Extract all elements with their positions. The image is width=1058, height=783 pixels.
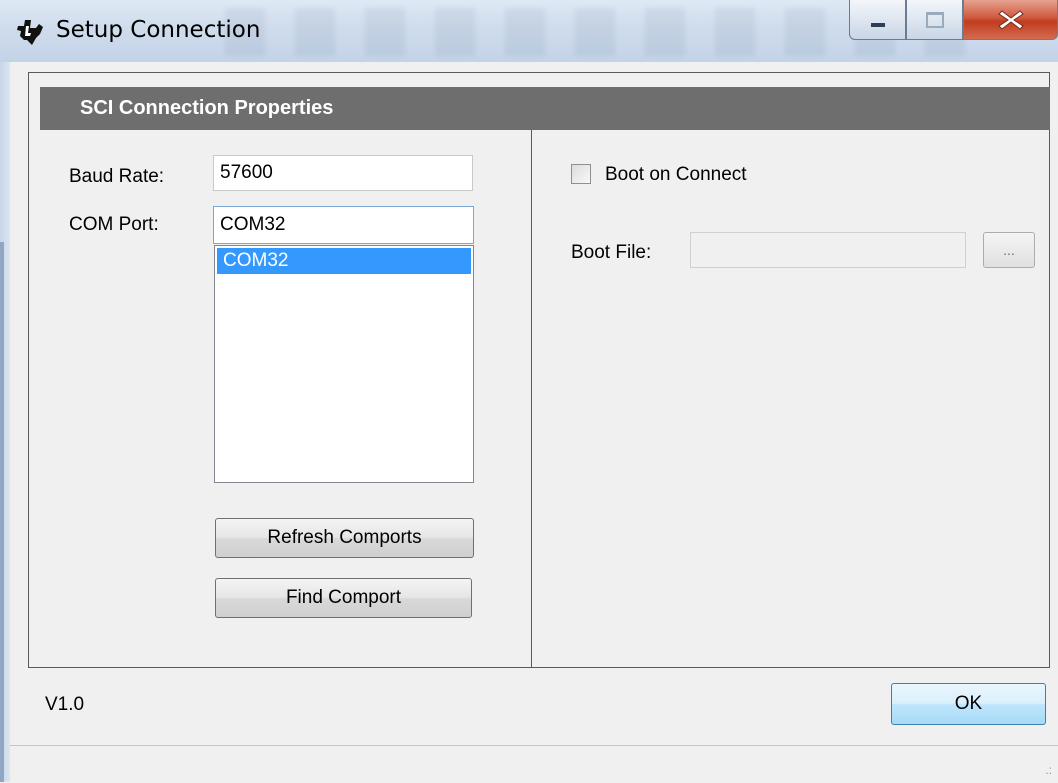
com-port-input[interactable]: [213, 206, 474, 244]
version-label: V1.0: [45, 694, 85, 715]
section-header: SCI Connection Properties: [40, 87, 1050, 130]
find-comport-button[interactable]: Find Comport: [215, 578, 472, 618]
window-frame-left: [0, 62, 10, 782]
maximize-button[interactable]: [906, 0, 963, 40]
ti-logo-icon: [17, 20, 43, 45]
window-title: Setup Connection: [56, 17, 261, 43]
com-port-label: COM Port:: [69, 214, 159, 235]
refresh-comports-button[interactable]: Refresh Comports: [215, 518, 474, 558]
maximize-icon: [925, 11, 944, 28]
list-item[interactable]: COM32: [217, 248, 471, 274]
boot-on-connect-checkbox[interactable]: [571, 164, 591, 184]
baud-rate-label: Baud Rate:: [69, 166, 165, 187]
minimize-icon: [870, 22, 885, 27]
connection-properties-panel: [28, 72, 1050, 668]
browse-button[interactable]: ...: [983, 232, 1035, 268]
baud-rate-input[interactable]: [213, 155, 473, 191]
com-port-list[interactable]: COM32: [214, 245, 474, 483]
close-icon: [997, 9, 1024, 30]
panel-divider: [531, 130, 532, 668]
minimize-button[interactable]: [849, 0, 906, 40]
ok-button[interactable]: OK: [891, 683, 1046, 725]
title-bar: Setup Connection: [0, 0, 1058, 62]
boot-file-label: Boot File:: [571, 242, 652, 263]
boot-on-connect-label: Boot on Connect: [605, 164, 747, 185]
close-button[interactable]: [963, 0, 1058, 40]
boot-file-field[interactable]: [690, 232, 966, 268]
resize-grip-icon[interactable]: .:: [1045, 763, 1052, 777]
status-bar: .:: [10, 745, 1058, 783]
